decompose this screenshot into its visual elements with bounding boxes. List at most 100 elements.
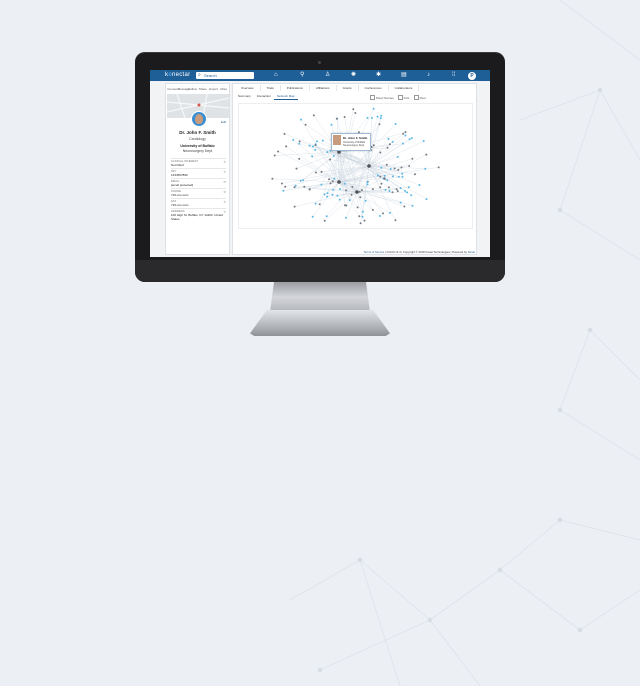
graph-node[interactable] [328, 178, 331, 181]
subtab-interaction[interactable]: Interaction [254, 94, 274, 100]
apps-icon[interactable]: ⁞⁞ [452, 71, 455, 80]
legend-show-names[interactable]: Show Names [369, 95, 394, 100]
graph-node[interactable] [389, 168, 392, 170]
network-graph-canvas[interactable] [239, 104, 472, 228]
tab-trials[interactable]: Trials [261, 85, 281, 91]
graph-node[interactable] [402, 142, 404, 145]
graph-node[interactable] [391, 191, 394, 194]
graph-node[interactable] [424, 167, 427, 170]
graph-node[interactable] [366, 181, 369, 184]
graph-node[interactable] [299, 179, 302, 182]
graph-node[interactable] [351, 185, 354, 188]
graph-node[interactable] [378, 215, 381, 217]
graph-node[interactable] [408, 138, 411, 141]
graph-node[interactable] [397, 175, 400, 178]
graph-node[interactable] [393, 167, 396, 170]
graph-node[interactable] [396, 155, 399, 158]
graph-node[interactable] [273, 154, 276, 157]
graph-node[interactable] [329, 182, 332, 185]
graph-node[interactable] [312, 114, 315, 117]
graph-node[interactable] [397, 168, 400, 171]
graph-node[interactable] [382, 212, 384, 215]
graph-node[interactable] [332, 155, 335, 157]
graph-node[interactable] [383, 174, 386, 177]
graph-node[interactable] [402, 132, 405, 135]
graph-node[interactable] [383, 177, 386, 180]
graph-node[interactable] [403, 205, 406, 208]
graph-node[interactable] [361, 210, 364, 213]
graph-node[interactable] [335, 117, 338, 120]
graph-hub-node[interactable] [355, 190, 359, 194]
graph-hub-node[interactable] [367, 164, 371, 168]
graph-node[interactable] [425, 153, 428, 156]
tool-more[interactable]: ◦ More [220, 85, 228, 92]
graph-node[interactable] [366, 116, 369, 119]
analytics-icon[interactable]: ▤ [401, 71, 407, 80]
graph-node[interactable] [378, 123, 381, 126]
checkbox[interactable] [413, 95, 419, 100]
network-graph[interactable]: Dr. John F. Smith University of Buffalo … [238, 103, 473, 229]
graph-node[interactable] [293, 186, 296, 189]
subtab-network-map[interactable]: Network Map [273, 94, 298, 100]
graph-node[interactable] [314, 148, 317, 151]
graph-node[interactable] [326, 151, 329, 153]
graph-node[interactable] [394, 219, 397, 222]
graph-node[interactable] [379, 175, 382, 178]
graph-node[interactable] [345, 204, 348, 207]
graph-node[interactable] [282, 189, 285, 192]
graph-node[interactable] [343, 182, 346, 185]
graph-node[interactable] [418, 184, 421, 186]
search-input[interactable]: ⌕ Search [196, 72, 254, 79]
graph-node[interactable] [344, 216, 347, 219]
graph-node[interactable] [372, 107, 375, 110]
hub-icon[interactable]: ✱ [376, 71, 381, 80]
graph-node[interactable] [359, 196, 362, 199]
graph-node[interactable] [285, 145, 288, 148]
location-icon[interactable]: ✎ [223, 210, 226, 214]
graph-node[interactable] [333, 177, 336, 180]
graph-node[interactable] [361, 189, 363, 192]
graph-node[interactable] [404, 189, 406, 192]
graph-node[interactable] [354, 112, 357, 114]
graph-node[interactable] [399, 201, 402, 204]
graph-node[interactable] [336, 194, 339, 197]
graph-node[interactable] [356, 206, 359, 209]
tool-share[interactable]: ◦ Share [199, 85, 207, 92]
profile-icon[interactable]: ♙ [325, 71, 330, 80]
graph-node[interactable] [422, 140, 425, 142]
edit-icon[interactable]: ✎ [223, 170, 226, 174]
graph-node[interactable] [338, 198, 341, 201]
bell-icon[interactable]: ♪ [427, 71, 430, 80]
graph-node[interactable] [384, 188, 387, 191]
edit-icon[interactable]: ✎ [223, 160, 226, 164]
graph-node[interactable] [411, 157, 414, 160]
graph-node[interactable] [407, 186, 410, 189]
graph-node[interactable] [372, 144, 375, 147]
graph-node[interactable] [385, 163, 388, 166]
graph-node[interactable] [371, 208, 374, 211]
graph-node[interactable] [394, 123, 397, 125]
graph-node[interactable] [323, 193, 326, 196]
tab-affiliations[interactable]: Affiliations [310, 85, 337, 91]
graph-node[interactable] [314, 202, 317, 205]
graph-node[interactable] [366, 183, 369, 186]
graph-node[interactable] [325, 215, 328, 218]
fax-icon[interactable]: ✎ [223, 200, 226, 204]
graph-node[interactable] [329, 158, 332, 161]
graph-node[interactable] [388, 190, 391, 192]
phone-icon[interactable]: ✆ [223, 190, 226, 194]
graph-node[interactable] [271, 177, 274, 180]
graph-node[interactable] [302, 179, 305, 182]
tool-follow[interactable]: ◦ Follow [188, 85, 197, 92]
tool-connect[interactable]: ◦ Connect [167, 85, 178, 92]
graph-node[interactable] [387, 137, 390, 140]
graph-node[interactable] [345, 189, 348, 192]
graph-node[interactable] [380, 182, 383, 185]
graph-node[interactable] [361, 215, 364, 218]
graph-node[interactable] [363, 219, 366, 222]
graph-node[interactable] [386, 146, 389, 149]
graph-node[interactable] [343, 116, 346, 118]
graph-node[interactable] [312, 145, 314, 148]
graph-node[interactable] [437, 166, 440, 169]
graph-node[interactable] [304, 123, 307, 126]
